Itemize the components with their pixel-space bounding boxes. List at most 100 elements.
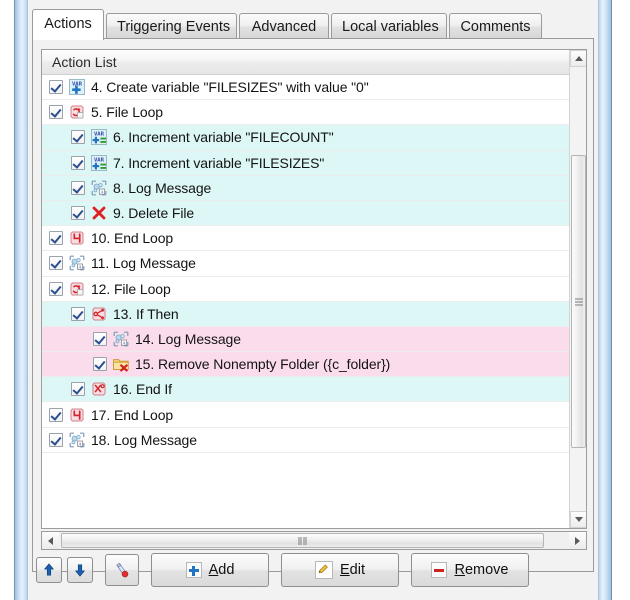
scroll-right-button[interactable]	[569, 532, 586, 549]
action-list-row-label: 6. Increment variable "FILECOUNT"	[113, 129, 334, 146]
log-message-icon: A	[68, 254, 86, 272]
action-enabled-checkbox[interactable]	[49, 80, 63, 95]
action-list-box[interactable]: Action List VAR 4. Create variable "FILES…	[41, 49, 587, 529]
action-list-row[interactable]: 5. File Loop	[42, 100, 570, 126]
action-enabled-checkbox[interactable]	[49, 256, 63, 271]
action-list-row[interactable]: A 11. Log Message	[42, 251, 570, 277]
action-list-row[interactable]: 15. Remove Nonempty Folder ({c_folder})	[42, 352, 570, 378]
scroll-up-button[interactable]	[570, 50, 586, 67]
tab-local-variables[interactable]: Local variables	[331, 13, 447, 39]
arrow-up-icon	[43, 563, 55, 576]
loop-icon	[68, 280, 86, 298]
action-enabled-checkbox[interactable]	[49, 231, 63, 246]
scroll-grip-icon	[574, 298, 583, 305]
action-list-row[interactable]: A 8. Log Message	[42, 175, 570, 201]
page-background-right	[612, 0, 630, 600]
action-list-header-label: Action List	[52, 54, 117, 70]
action-list-row-label: 11. Log Message	[91, 255, 196, 272]
window-border-right	[598, 0, 612, 600]
screenshot-root: Actions Triggering Events Advanced Local…	[0, 0, 630, 600]
move-down-button[interactable]	[67, 557, 93, 583]
edit-button-label-rest: dit	[349, 562, 365, 578]
action-list-row-label: 4. Create variable "FILESIZES" with valu…	[91, 79, 369, 96]
remove-button[interactable]: Remove	[411, 553, 529, 587]
action-list-row[interactable]: 9. Delete File	[42, 200, 570, 227]
vertical-scroll-thumb[interactable]	[571, 155, 586, 448]
action-enabled-checkbox[interactable]	[49, 407, 63, 422]
action-enabled-checkbox[interactable]	[71, 155, 85, 170]
log-message-icon: A	[68, 431, 86, 449]
action-list-row-label: 17. End Loop	[91, 406, 174, 423]
action-list-rows: VAR 4. Create variable "FILESIZES" with v…	[42, 75, 570, 509]
tab-actions-label: Actions	[44, 16, 92, 32]
action-enabled-checkbox[interactable]	[71, 382, 85, 397]
list-vertical-scrollbar[interactable]	[569, 50, 586, 528]
actions-tab-panel: Action List VAR 4. Create variable "FILES…	[32, 38, 594, 572]
action-enabled-checkbox[interactable]	[93, 331, 107, 346]
edit-button[interactable]: Edit	[281, 553, 399, 587]
action-enabled-checkbox[interactable]	[49, 281, 63, 296]
var-increment-icon: VAR	[90, 154, 108, 172]
action-list-row[interactable]: 16. End If	[42, 377, 570, 403]
action-list-row-label: 8. Log Message	[113, 179, 212, 196]
action-list-row[interactable]: VAR 6. Increment variable "FILECOUNT"	[42, 125, 570, 151]
log-message-icon: A	[112, 330, 130, 348]
minus-icon	[431, 562, 448, 578]
action-list-row[interactable]: VAR 7. Increment variable "FILESIZES"	[42, 150, 570, 176]
add-button[interactable]: Add	[151, 553, 269, 587]
add-button-mnemonic: A	[208, 562, 219, 578]
action-list-row[interactable]: A 18. Log Message	[42, 427, 570, 453]
action-list-row[interactable]: 12. File Loop	[42, 276, 570, 302]
remove-folder-icon	[112, 355, 130, 373]
action-list-column-header[interactable]: Action List	[42, 50, 570, 75]
chevron-down-icon	[574, 517, 583, 522]
page-background-left	[0, 0, 14, 600]
tab-actions[interactable]: Actions	[32, 9, 104, 40]
action-list-row-label: 9. Delete File	[113, 205, 195, 222]
scroll-left-button[interactable]	[42, 532, 59, 549]
arrow-down-icon	[74, 564, 86, 577]
tab-comments-label: Comments	[460, 19, 531, 35]
delete-file-icon	[90, 204, 108, 222]
action-list-row-label: 5. File Loop	[91, 104, 163, 121]
move-up-button[interactable]	[36, 557, 62, 583]
tab-local-variables-label: Local variables	[342, 19, 439, 35]
tab-triggering-events[interactable]: Triggering Events	[106, 13, 237, 39]
if-then-icon	[90, 305, 108, 323]
action-list-row-label: 12. File Loop	[91, 280, 171, 297]
action-enabled-checkbox[interactable]	[49, 432, 63, 447]
action-list-row[interactable]: VAR 4. Create variable "FILESIZES" with v…	[42, 75, 570, 101]
svg-text:VAR: VAR	[94, 157, 105, 163]
horizontal-scroll-thumb[interactable]	[61, 533, 544, 548]
action-list-row-label: 13. If Then	[113, 305, 179, 322]
chevron-right-icon	[575, 536, 580, 545]
tab-advanced[interactable]: Advanced	[239, 13, 329, 39]
action-enabled-checkbox[interactable]	[71, 130, 85, 145]
action-list-row[interactable]: 10. End Loop	[42, 226, 570, 252]
action-list-row[interactable]: 13. If Then	[42, 301, 570, 327]
action-enabled-checkbox[interactable]	[71, 180, 85, 195]
tab-advanced-label: Advanced	[251, 19, 317, 35]
action-list-row[interactable]: 17. End Loop	[42, 402, 570, 428]
action-enabled-checkbox[interactable]	[71, 306, 85, 321]
action-enabled-checkbox[interactable]	[49, 105, 63, 120]
action-list-row-label: 7. Increment variable "FILESIZES"	[113, 154, 325, 171]
action-enabled-checkbox[interactable]	[71, 206, 85, 221]
tab-triggering-events-label: Triggering Events	[117, 19, 231, 35]
end-loop-icon	[68, 229, 86, 247]
action-enabled-checkbox[interactable]	[93, 357, 107, 372]
scroll-down-button[interactable]	[570, 511, 586, 528]
var-add-icon: VAR	[68, 78, 86, 96]
action-list-row-label: 10. End Loop	[91, 230, 174, 247]
tab-strip: Actions Triggering Events Advanced Local…	[32, 9, 594, 40]
task-properties-dialog: Actions Triggering Events Advanced Local…	[28, 0, 598, 600]
chevron-left-icon	[48, 536, 53, 545]
magic-wand-icon	[115, 562, 128, 577]
log-message-icon: A	[90, 179, 108, 197]
tab-comments[interactable]: Comments	[449, 13, 542, 39]
chevron-up-icon	[574, 56, 583, 61]
list-horizontal-scrollbar[interactable]	[41, 531, 587, 550]
action-list-row[interactable]: A 14. Log Message	[42, 326, 570, 353]
action-list-row-label: 16. End If	[113, 381, 172, 398]
magic-wand-button[interactable]	[105, 554, 139, 586]
